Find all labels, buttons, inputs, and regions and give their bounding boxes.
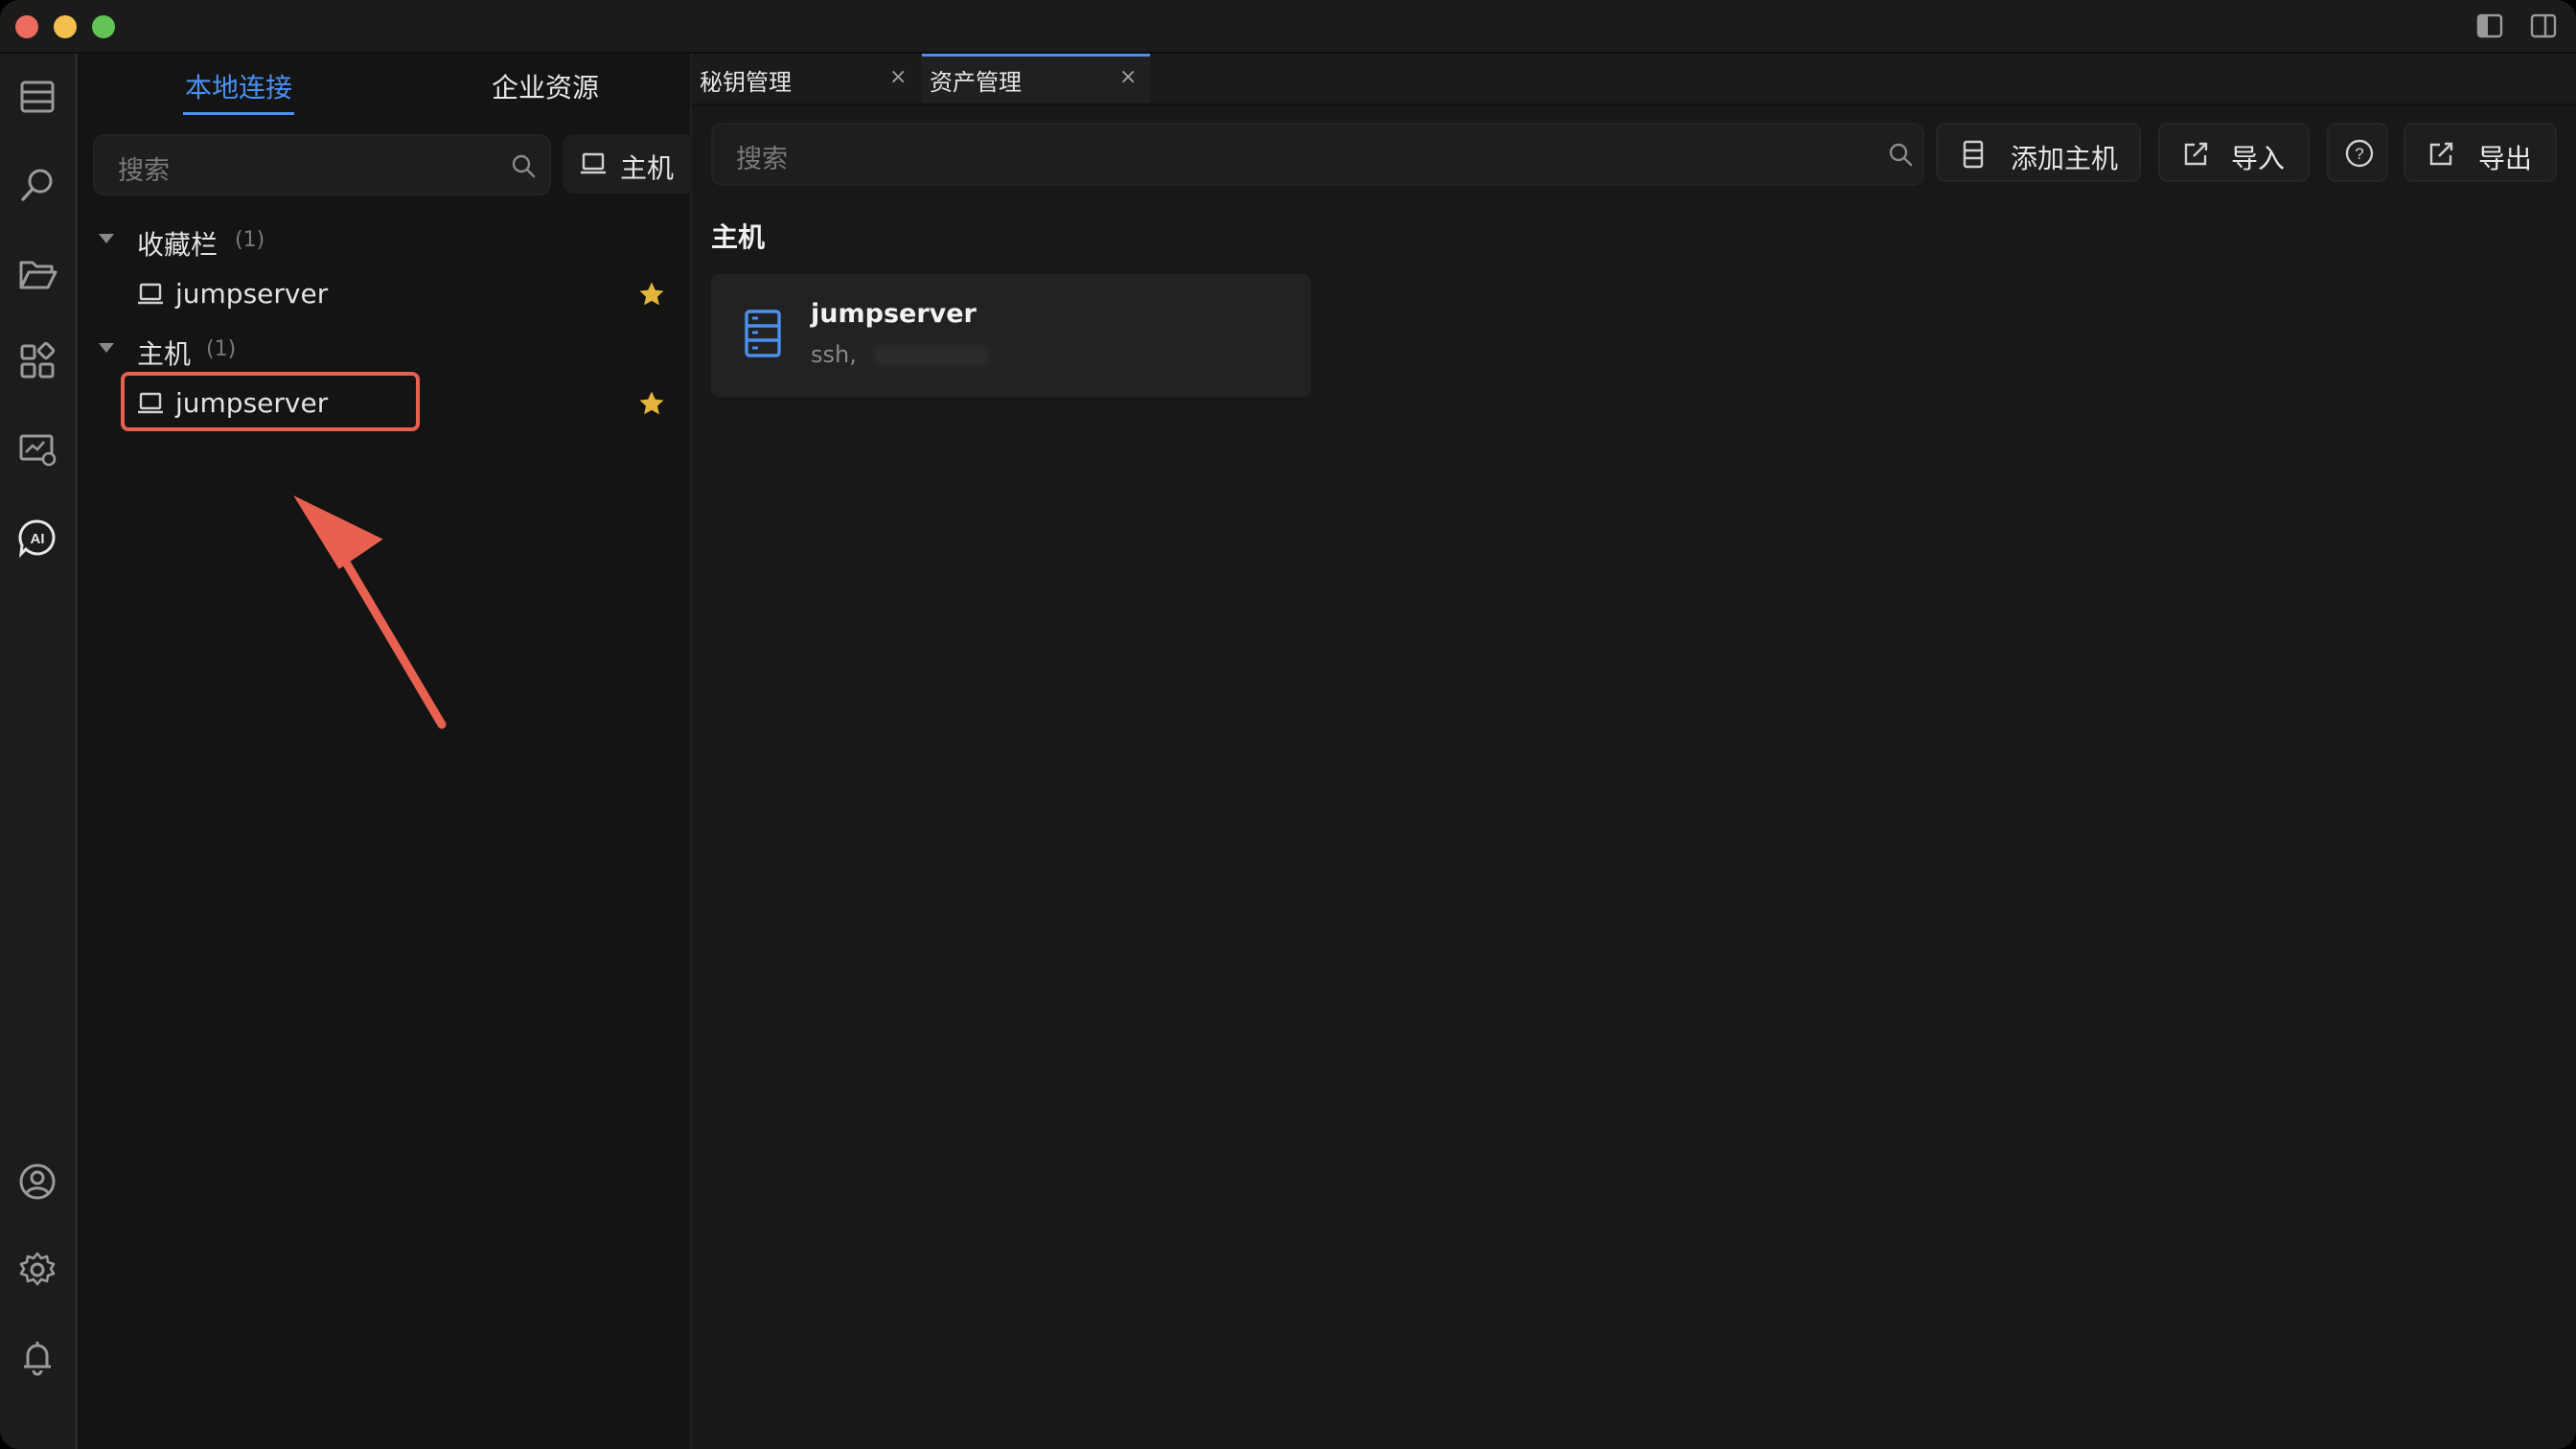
tab-asset-management[interactable]: 资产管理 ×: [922, 54, 1150, 104]
close-window-button[interactable]: [15, 15, 38, 38]
annotation-highlight-box: [121, 372, 420, 431]
tab-label: 秘钥管理: [700, 69, 792, 96]
tab-label: 资产管理: [930, 69, 1022, 96]
host-card-jumpserver[interactable]: jumpserver ssh,: [711, 274, 1311, 397]
title-bar: [0, 0, 2576, 54]
group-count: (1): [206, 337, 237, 361]
notification-bell-icon[interactable]: [17, 1338, 58, 1378]
user-icon[interactable]: [17, 1162, 58, 1202]
search-icon: [512, 154, 536, 178]
add-host-label: 添加主机: [2011, 143, 2119, 174]
import-label: 导入: [2231, 143, 2286, 174]
search-icon[interactable]: [17, 165, 58, 205]
search-placeholder: 搜索: [118, 156, 170, 186]
annotation-arrow: [293, 495, 447, 729]
host-protocol: ssh,: [811, 341, 857, 368]
tree-group-favorites[interactable]: 收藏栏 (1): [78, 213, 690, 266]
import-icon: [2184, 142, 2208, 166]
laptop-icon: [138, 283, 163, 305]
folder-icon[interactable]: [17, 253, 58, 293]
tree-item-favorite-jumpserver[interactable]: jumpserver: [78, 266, 690, 320]
connections-sidebar: 本地连接 企业资源 搜索 主机 收藏栏 (1) jumpserver 主机 (1…: [78, 54, 697, 1449]
redacted-address: [874, 345, 989, 366]
search-icon: [1889, 143, 1913, 167]
tab-key-management[interactable]: 秘钥管理 ×: [692, 54, 920, 104]
minimize-window-button[interactable]: [54, 15, 77, 38]
export-label: 导出: [2478, 143, 2533, 174]
sidebar-search-input[interactable]: 搜索: [93, 134, 551, 196]
svg-text:?: ?: [2355, 145, 2363, 163]
search-placeholder: 搜索: [736, 145, 788, 174]
section-title: 主机: [711, 221, 766, 253]
export-icon: [2429, 142, 2453, 166]
group-count: (1): [235, 228, 265, 252]
help-icon: ?: [2345, 139, 2374, 168]
host-filter-button[interactable]: 主机: [563, 134, 697, 194]
main-panel: 秘钥管理 × 资产管理 × 搜索 添加主机 导入 ? 导出 主机 jumpser…: [692, 54, 2576, 1449]
export-button[interactable]: 导出: [2404, 123, 2557, 182]
close-tab-icon[interactable]: ×: [889, 65, 907, 89]
ai-assistant-icon[interactable]: AI: [17, 518, 58, 558]
maximize-window-button[interactable]: [92, 15, 115, 38]
monitor-icon[interactable]: [17, 429, 58, 470]
tree-group-hosts[interactable]: 主机 (1): [78, 322, 690, 376]
settings-icon[interactable]: [17, 1250, 58, 1290]
star-icon[interactable]: [637, 280, 666, 309]
toggle-right-panel-icon[interactable]: [2530, 13, 2557, 38]
app-window: AI 本地连接 企业资源 搜索 主机 收藏栏 (1) jumpserver 主机…: [0, 0, 2576, 1449]
svg-text:AI: AI: [31, 531, 45, 547]
caret-down-icon: [99, 234, 114, 243]
caret-down-icon: [99, 343, 114, 353]
activity-bar: AI: [0, 54, 78, 1449]
tab-enterprise-resources[interactable]: 企业资源: [490, 63, 601, 113]
hosts-list-icon[interactable]: [17, 77, 58, 117]
toggle-left-sidebar-icon[interactable]: [2476, 13, 2503, 38]
import-button[interactable]: 导入: [2158, 123, 2310, 182]
add-host-button[interactable]: 添加主机: [1936, 123, 2141, 182]
tab-bar: 秘钥管理 × 资产管理 ×: [692, 54, 2576, 105]
tab-local-connections[interactable]: 本地连接: [183, 63, 294, 115]
group-label: 收藏栏: [137, 229, 218, 261]
server-icon: [1963, 140, 1984, 169]
host-filter-label: 主机: [620, 152, 675, 184]
asset-search-input[interactable]: 搜索: [711, 123, 1924, 186]
server-icon: [745, 310, 781, 357]
close-tab-icon[interactable]: ×: [1119, 65, 1137, 89]
help-button[interactable]: ?: [2327, 123, 2388, 182]
star-icon[interactable]: [637, 389, 666, 418]
group-label: 主机: [137, 338, 192, 370]
host-label: jumpserver: [175, 278, 329, 310]
laptop-icon: [581, 152, 606, 174]
apps-icon[interactable]: [17, 341, 58, 381]
host-name: jumpserver: [811, 299, 977, 329]
